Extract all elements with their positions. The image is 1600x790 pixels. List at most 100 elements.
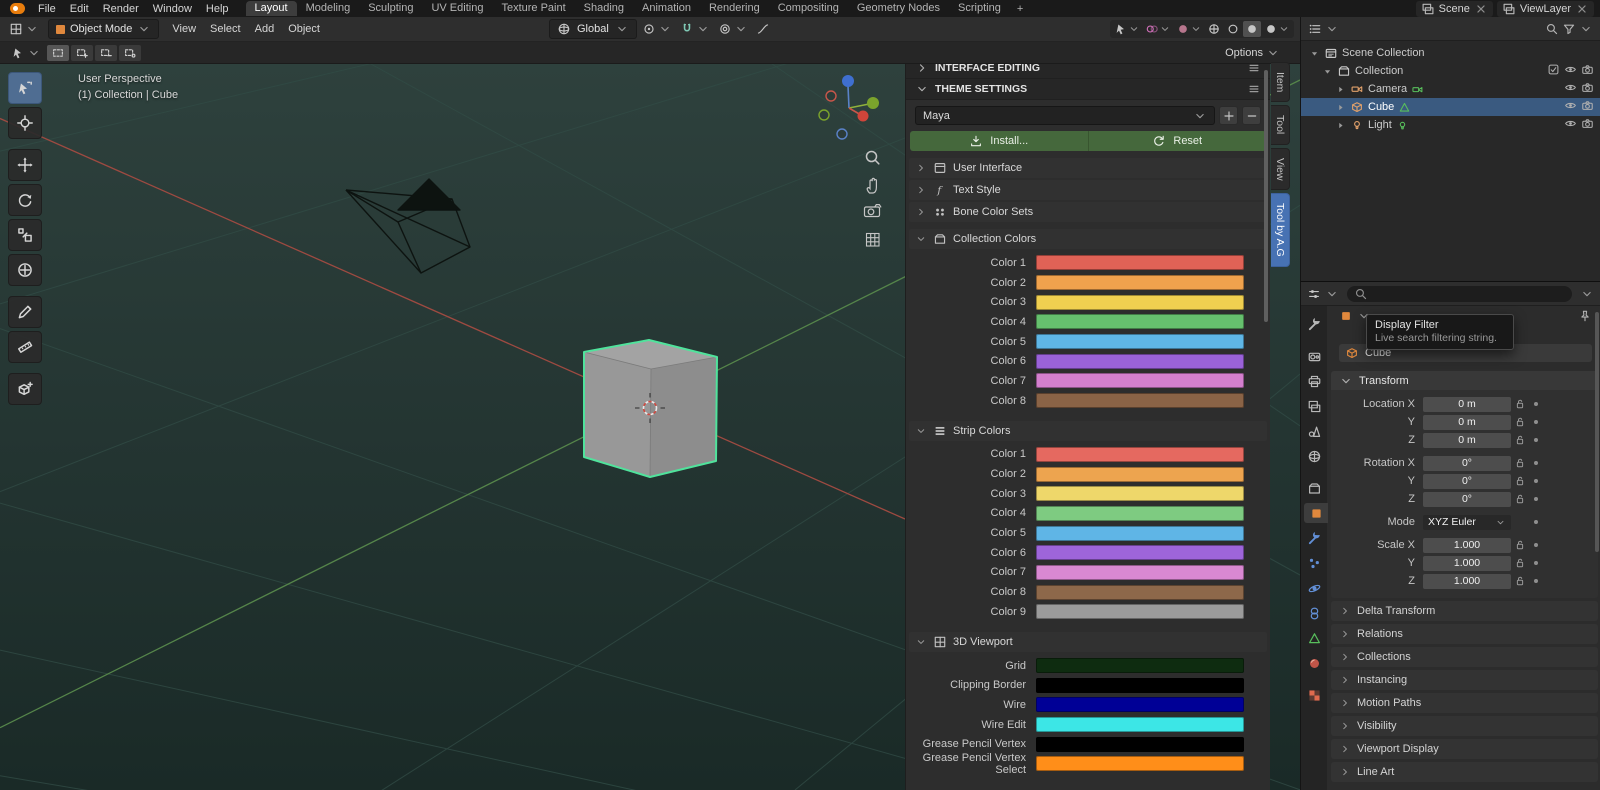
theme-preset-dropdown[interactable]: Maya bbox=[915, 106, 1215, 125]
animate-dot[interactable] bbox=[1529, 579, 1543, 583]
panel-motion-paths[interactable]: Motion Paths bbox=[1331, 693, 1598, 713]
scene-selector[interactable]: Scene bbox=[1415, 0, 1493, 17]
color-swatch[interactable] bbox=[1036, 564, 1244, 580]
eye-toggle[interactable] bbox=[1564, 63, 1577, 79]
properties-tab-object[interactable] bbox=[1304, 503, 1328, 523]
color-swatch[interactable] bbox=[1036, 446, 1244, 462]
transform-value-field[interactable]: 1.000 bbox=[1423, 573, 1511, 589]
toggle-xray-button[interactable] bbox=[1174, 21, 1204, 37]
lock-toggle[interactable] bbox=[1511, 475, 1529, 487]
theme-group-bone-color-sets[interactable]: Bone Color Sets bbox=[909, 202, 1267, 222]
gizmo-x-neg[interactable] bbox=[825, 90, 837, 102]
rotate-tool-button[interactable] bbox=[8, 184, 42, 216]
pivot-point-button[interactable] bbox=[639, 20, 675, 38]
transform-value-field[interactable]: 0° bbox=[1423, 491, 1511, 507]
workspace-tab-texture-paint[interactable]: Texture Paint bbox=[492, 1, 574, 16]
color-swatch[interactable] bbox=[1036, 756, 1244, 772]
select-subtract-button[interactable] bbox=[95, 44, 117, 61]
color-swatch[interactable] bbox=[1036, 393, 1244, 409]
panel-collections[interactable]: Collections bbox=[1331, 647, 1598, 667]
panel-instancing[interactable]: Instancing bbox=[1331, 670, 1598, 690]
theme-section-viewport-colors[interactable]: 3D Viewport bbox=[909, 631, 1267, 652]
outliner-row-camera[interactable]: Camera bbox=[1301, 80, 1600, 98]
properties-tab-material[interactable] bbox=[1303, 653, 1325, 673]
sphere-button[interactable] bbox=[1262, 21, 1292, 37]
animate-dot[interactable] bbox=[1529, 438, 1543, 442]
color-swatch[interactable] bbox=[1036, 525, 1244, 541]
panel-delta-transform[interactable]: Delta Transform bbox=[1331, 601, 1598, 621]
transform-value-field[interactable]: 0° bbox=[1423, 473, 1511, 489]
animate-dot[interactable] bbox=[1529, 561, 1543, 565]
eye-toggle[interactable] bbox=[1564, 99, 1577, 115]
lock-toggle[interactable] bbox=[1511, 457, 1529, 469]
sphere-grid-button[interactable] bbox=[1205, 21, 1223, 37]
panel-visibility[interactable]: Visibility bbox=[1331, 716, 1598, 736]
proportional-edit-button[interactable] bbox=[715, 20, 751, 38]
color-swatch[interactable] bbox=[1036, 736, 1244, 752]
color-swatch[interactable] bbox=[1036, 294, 1244, 310]
workspace-tab-animation[interactable]: Animation bbox=[633, 1, 700, 16]
lock-toggle[interactable] bbox=[1511, 539, 1529, 551]
properties-tab-output[interactable] bbox=[1303, 371, 1325, 391]
transform-value-field[interactable]: 1.000 bbox=[1423, 555, 1511, 571]
properties-tab-constraints[interactable] bbox=[1303, 603, 1325, 623]
color-swatch[interactable] bbox=[1036, 505, 1244, 521]
show-overlays-button[interactable] bbox=[1143, 21, 1173, 37]
options-dropdown[interactable]: Options bbox=[1225, 46, 1280, 60]
theme-section-collection-colors[interactable]: Collection Colors bbox=[909, 229, 1267, 249]
properties-tab-render[interactable] bbox=[1303, 346, 1325, 366]
workspace-tab-shading[interactable]: Shading bbox=[575, 1, 633, 16]
sphere-button[interactable] bbox=[1243, 21, 1261, 37]
lock-toggle[interactable] bbox=[1511, 434, 1529, 446]
color-swatch[interactable] bbox=[1036, 658, 1244, 674]
transform-value-field[interactable]: 1.000 bbox=[1423, 537, 1511, 553]
transform-tool-button[interactable] bbox=[8, 254, 42, 286]
color-swatch[interactable] bbox=[1036, 373, 1244, 389]
theme-section-strip-colors[interactable]: Strip Colors bbox=[909, 420, 1267, 441]
menu-render[interactable]: Render bbox=[96, 2, 146, 16]
viewport-menu-object[interactable]: Object bbox=[281, 22, 327, 36]
transform-value-field[interactable]: 0 m bbox=[1423, 414, 1511, 430]
animate-dot[interactable] bbox=[1529, 543, 1543, 547]
add-preset-button[interactable] bbox=[1219, 106, 1238, 125]
viewlayer-selector[interactable]: ViewLayer bbox=[1496, 0, 1594, 17]
transform-panel-header[interactable]: Transform bbox=[1331, 371, 1598, 390]
viewport-menu-add[interactable]: Add bbox=[248, 22, 282, 36]
properties-tab-particles[interactable] bbox=[1303, 553, 1325, 573]
search-input[interactable] bbox=[1347, 285, 1572, 302]
properties-tab-modifiers[interactable] bbox=[1303, 528, 1325, 548]
interface-editing-header[interactable]: INTERFACE EDITING bbox=[906, 64, 1270, 79]
eye-toggle[interactable] bbox=[1564, 117, 1577, 133]
install-theme-button[interactable]: Install... bbox=[910, 131, 1088, 151]
snap-toggle[interactable] bbox=[677, 20, 713, 38]
color-swatch[interactable] bbox=[1036, 486, 1244, 502]
color-swatch[interactable] bbox=[1036, 584, 1244, 600]
camera-visibility-toggle[interactable] bbox=[1581, 81, 1594, 97]
workspace-tab-compositing[interactable]: Compositing bbox=[769, 1, 848, 16]
theme-group-text-style[interactable]: f Text Style bbox=[909, 180, 1267, 200]
lock-toggle[interactable] bbox=[1511, 557, 1529, 569]
color-swatch[interactable] bbox=[1036, 604, 1244, 620]
blender-logo-icon[interactable] bbox=[10, 3, 25, 14]
animate-dot[interactable] bbox=[1529, 461, 1543, 465]
lock-toggle[interactable] bbox=[1511, 493, 1529, 505]
menu-edit[interactable]: Edit bbox=[63, 2, 96, 16]
properties-scrollbar[interactable] bbox=[1595, 312, 1599, 552]
menu-window[interactable]: Window bbox=[146, 2, 199, 16]
camera-visibility-toggle[interactable] bbox=[1581, 117, 1594, 133]
remove-preset-button[interactable] bbox=[1242, 106, 1261, 125]
scale-tool-button[interactable] bbox=[8, 219, 42, 251]
animate-dot[interactable] bbox=[1529, 402, 1543, 406]
viewport-menu-select[interactable]: Select bbox=[203, 22, 248, 36]
workspace-tab-geometry-nodes[interactable]: Geometry Nodes bbox=[848, 1, 949, 16]
outliner-row-light[interactable]: Light bbox=[1301, 116, 1600, 134]
checkbox-toggle[interactable] bbox=[1547, 63, 1560, 79]
color-swatch[interactable] bbox=[1036, 275, 1244, 291]
properties-tab-physics[interactable] bbox=[1303, 578, 1325, 598]
workspace-tab-scripting[interactable]: Scripting bbox=[949, 1, 1010, 16]
annotate-tool-button[interactable] bbox=[8, 296, 42, 328]
gizmo-z-axis[interactable] bbox=[842, 75, 854, 87]
color-swatch[interactable] bbox=[1036, 353, 1244, 369]
transform-value-field[interactable]: 0 m bbox=[1423, 432, 1511, 448]
outliner-row-scene-collection[interactable]: Scene Collection bbox=[1301, 44, 1600, 62]
